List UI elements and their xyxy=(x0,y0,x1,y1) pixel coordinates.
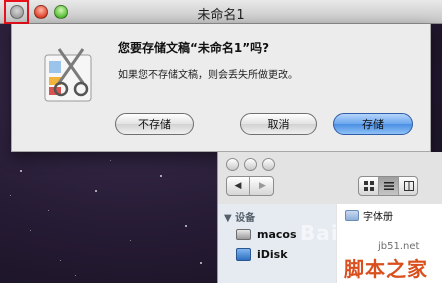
devices-header[interactable]: ▼ 设备 xyxy=(224,209,255,224)
circle-button[interactable] xyxy=(262,158,275,171)
sheet-title: 您要存储文稿“未命名1”吗? xyxy=(118,41,270,55)
save-button[interactable]: 存储 xyxy=(333,113,413,135)
back-button[interactable]: ◀ xyxy=(227,177,250,195)
forward-button[interactable]: ▶ xyxy=(251,177,274,195)
idisk-icon xyxy=(236,247,251,261)
list-view-button[interactable] xyxy=(379,177,399,195)
list-item-label: 字体册 xyxy=(363,212,393,223)
circle-button[interactable] xyxy=(226,158,239,171)
hard-drive-icon xyxy=(236,228,251,240)
view-switcher xyxy=(358,176,418,196)
column-view-button[interactable] xyxy=(399,177,419,195)
site-name-watermark: 脚本之家 xyxy=(344,257,428,281)
list-icon xyxy=(383,182,394,190)
save-sheet: 您要存储文稿“未命名1”吗? 如果您不存储文稿，则会丢失所做更改。 不存储 取消… xyxy=(11,24,431,152)
icon-view-button[interactable] xyxy=(359,177,379,195)
site-url-watermark: jb51.net xyxy=(378,241,420,252)
dont-save-button[interactable]: 不存储 xyxy=(115,113,194,135)
window-title: 未命名1 xyxy=(197,8,245,23)
sidebar-item-macos[interactable]: macos xyxy=(236,226,297,242)
cancel-button[interactable]: 取消 xyxy=(240,113,317,135)
window-titlebar[interactable]: 未命名1 xyxy=(0,0,442,24)
sidebar-item-label: macos xyxy=(257,227,297,241)
columns-icon xyxy=(404,181,414,191)
circle-button[interactable] xyxy=(244,158,257,171)
grid-icon xyxy=(363,181,374,191)
sidebar-item-label: iDisk xyxy=(257,247,288,261)
sheet-message: 如果您不存储文稿，则会丢失所做更改。 xyxy=(118,70,298,81)
highlight-annotation xyxy=(4,0,29,24)
textedit-app-icon xyxy=(44,48,92,102)
nav-buttons: ◀ ▶ xyxy=(226,176,274,196)
sidebar-item-idisk[interactable]: iDisk xyxy=(236,246,288,262)
baidu-watermark: Bai经 xyxy=(300,221,360,245)
